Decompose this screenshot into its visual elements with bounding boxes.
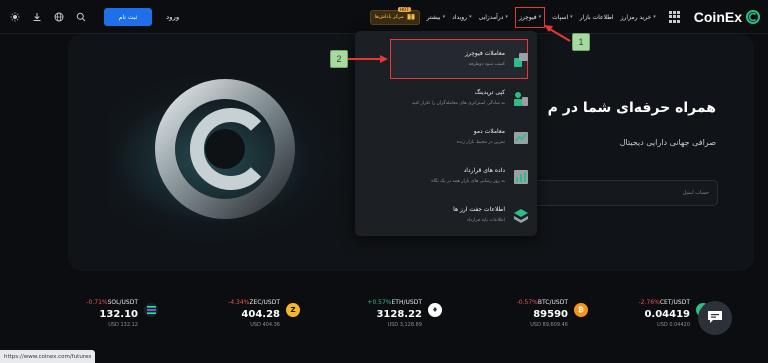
ticker-change: -0.71% (86, 299, 108, 306)
ticker-usd: USD 404.36 (250, 322, 280, 328)
ticker-item-sol[interactable]: -0.71%SOL/USDT 132.10 USD 132.12 (70, 295, 160, 337)
ticker-change: -2.76% (638, 299, 660, 306)
support-chat-button[interactable] (698, 301, 732, 335)
zcash-icon: Z (286, 303, 300, 317)
ticker-change: -0.57% (516, 299, 538, 306)
chat-icon (707, 309, 723, 328)
ticker-pair: -0.57%BTC/USDT (517, 299, 568, 306)
bitcoin-icon: ₿ (574, 303, 588, 317)
ticker-item-eth[interactable]: ♦ +0.57%ETH/USDT 3128.22 USD 3,128.89 (354, 295, 444, 337)
price-ticker: C -2.76%CET/USDT 0.04419 USD 0.04420 ₿ -… (0, 295, 768, 337)
arrow-1 (547, 27, 571, 42)
ticker-pair-label: ZEC/USDT (249, 299, 280, 306)
ticker-pair-label: ETH/USDT (391, 299, 422, 306)
ticker-pair: +0.57%ETH/USDT (367, 299, 422, 306)
ticker-item-btc[interactable]: ₿ -0.57%BTC/USDT 89590 USD 89,609.46 (500, 295, 590, 337)
ticker-pair-label: SOL/USDT (107, 299, 138, 306)
callout-1: 1 (572, 33, 590, 51)
ticker-pair: -0.71%SOL/USDT (86, 299, 138, 306)
ticker-usd: USD 132.12 (108, 322, 138, 328)
ticker-pair-label: BTC/USDT (537, 299, 568, 306)
ticker-usd: USD 3,128.89 (387, 322, 422, 328)
ticker-price: 89590 (533, 309, 568, 320)
ethereum-icon: ♦ (428, 303, 442, 317)
ticker-pair-label: CET/USDT (659, 299, 690, 306)
arrow-2-head (380, 55, 388, 63)
ticker-price: 132.10 (99, 309, 138, 320)
ticker-change: +0.57% (367, 299, 392, 306)
solana-icon (144, 303, 158, 317)
ticker-pair: -4.34%ZEC/USDT (228, 299, 280, 306)
callout-2: 2 (330, 50, 348, 68)
ticker-price: 0.04419 (644, 309, 690, 320)
status-bar-url: https://www.coinex.com/futures (0, 350, 96, 363)
ticker-change: -4.34% (228, 299, 250, 306)
ticker-usd: USD 89,609.46 (530, 322, 568, 328)
ticker-price: 3128.22 (376, 309, 422, 320)
ticker-item-zec[interactable]: Z -4.34%ZEC/USDT 404.28 USD 404.36 (212, 295, 302, 337)
ticker-pair: -2.76%CET/USDT (639, 299, 690, 306)
ticker-usd: USD 0.04420 (657, 322, 690, 328)
ticker-price: 404.28 (241, 309, 280, 320)
